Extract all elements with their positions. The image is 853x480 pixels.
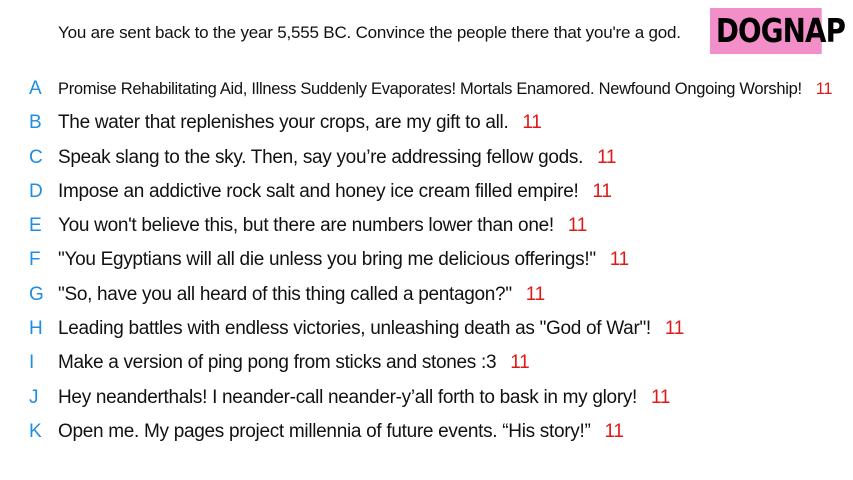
answer-row-f: F "You Egyptians will all die unless you…: [0, 244, 853, 278]
answer-score: 11: [664, 318, 685, 340]
answer-body: "So, have you all heard of this thing ca…: [58, 283, 545, 307]
prompt-text: You are sent back to the year 5,555 BC. …: [58, 23, 681, 42]
answer-row-j: J Hey neanderthals! I neander-call neand…: [0, 382, 853, 416]
answer-body: Hey neanderthals! I neander-call neander…: [58, 386, 670, 410]
answer-letter: J: [29, 386, 39, 408]
answer-text: Promise Rehabilitating Aid, Illness Sudd…: [58, 80, 802, 98]
answer-letter: F: [29, 249, 41, 271]
answer-body: Leading battles with endless victories, …: [58, 317, 684, 341]
answer-body: The water that replenishes your crops, a…: [58, 111, 542, 135]
answer-text: The water that replenishes your crops, a…: [58, 112, 509, 134]
answer-row-i: I Make a version of ping pong from stick…: [0, 347, 853, 381]
answer-body: Impose an addictive rock salt and honey …: [58, 180, 612, 204]
answer-text: "So, have you all heard of this thing ca…: [58, 283, 512, 305]
answer-score: 11: [567, 215, 587, 237]
answer-row-d: D Impose an addictive rock salt and hone…: [0, 176, 853, 210]
answer-score: 11: [609, 249, 629, 271]
answer-score: 11: [522, 112, 542, 134]
answer-letter: B: [29, 112, 42, 134]
answer-score: 11: [604, 420, 624, 442]
answer-row-h: H Leading battles with endless victories…: [0, 313, 853, 347]
answer-letter: A: [29, 78, 42, 99]
answer-text: Open me. My pages project millennia of f…: [58, 420, 591, 442]
answer-body: You won't believe this, but there are nu…: [58, 214, 587, 238]
answer-text: Hey neanderthals! I neander-call neander…: [58, 386, 638, 408]
answer-score: 11: [597, 146, 617, 168]
answer-letter: E: [29, 215, 42, 237]
answer-letter: G: [29, 283, 44, 305]
dognap-logo: DOGNAP: [710, 8, 846, 54]
answer-letter: H: [29, 318, 43, 340]
answer-row-e: E You won't believe this, but there are …: [0, 210, 853, 244]
answer-body: Make a version of ping pong from sticks …: [58, 351, 530, 375]
answer-row-b: B The water that replenishes your crops,…: [0, 107, 853, 141]
answer-row-c: C Speak slang to the sky. Then, say you’…: [0, 142, 853, 176]
answer-body: "You Egyptians will all die unless you b…: [58, 248, 629, 272]
answer-letter: I: [29, 352, 35, 374]
answer-text: Impose an addictive rock salt and honey …: [58, 180, 579, 202]
answer-score: 11: [510, 352, 530, 374]
answer-list: A Promise Rehabilitating Aid, Illness Su…: [0, 73, 853, 450]
answer-row-k: K Open me. My pages project millennia of…: [0, 416, 853, 450]
answer-body: Promise Rehabilitating Aid, Illness Sudd…: [58, 77, 833, 101]
answer-text: "You Egyptians will all die unless you b…: [58, 249, 596, 271]
answer-body: Open me. My pages project millennia of f…: [58, 420, 624, 444]
answer-text: Make a version of ping pong from sticks …: [58, 352, 497, 374]
answer-text: You won't believe this, but there are nu…: [58, 215, 554, 237]
answer-score: 11: [525, 283, 545, 305]
answer-letter: D: [29, 180, 43, 202]
answer-letter: K: [29, 420, 42, 442]
answer-score: 11: [592, 180, 612, 202]
answer-text: Leading battles with endless victories, …: [58, 318, 651, 340]
answer-score: 11: [651, 386, 671, 408]
answer-row-g: G "So, have you all heard of this thing …: [0, 279, 853, 313]
answer-letter: C: [29, 146, 43, 168]
answer-text: Speak slang to the sky. Then, say you’re…: [58, 146, 584, 168]
answer-body: Speak slang to the sky. Then, say you’re…: [58, 146, 617, 170]
answer-row-a: A Promise Rehabilitating Aid, Illness Su…: [0, 73, 853, 107]
answer-score: 11: [815, 80, 833, 98]
